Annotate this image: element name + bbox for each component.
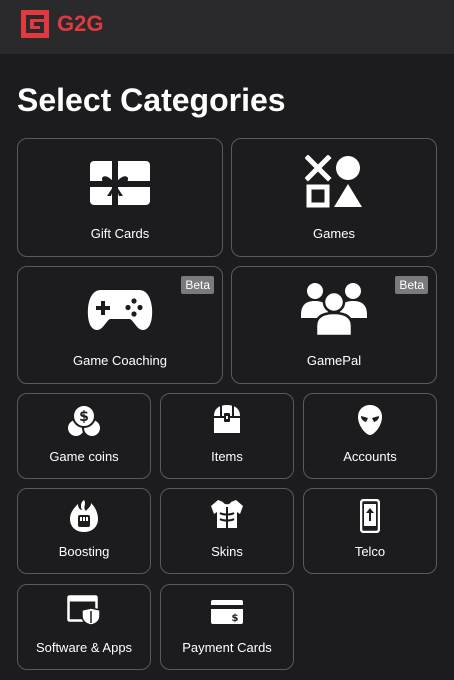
- category-label: Games: [313, 226, 355, 241]
- category-label: Skins: [211, 544, 243, 559]
- category-label: Game Coaching: [73, 353, 167, 368]
- coins-icon: $: [66, 404, 102, 438]
- category-label: Gift Cards: [90, 226, 150, 241]
- category-label: Telco: [354, 544, 386, 559]
- category-games[interactable]: Games: [231, 138, 437, 257]
- beta-badge: Beta: [395, 276, 428, 294]
- top-bar: G2G: [0, 0, 454, 54]
- mobile-topup-icon: [360, 499, 380, 533]
- category-software-apps[interactable]: Software & Apps: [17, 584, 151, 670]
- gamepad-icon: [87, 290, 153, 330]
- category-gift-cards[interactable]: Gift Cards: [17, 138, 223, 257]
- alien-head-icon: [358, 405, 382, 435]
- category-boosting[interactable]: Boosting: [17, 488, 151, 574]
- flame-fist-icon: [70, 500, 98, 532]
- category-label: Software & Apps: [35, 640, 133, 655]
- payment-card-icon: $: [211, 600, 243, 624]
- page-title: Select Categories: [17, 82, 286, 118]
- category-telco[interactable]: Telco: [303, 488, 437, 574]
- category-payment-cards[interactable]: $ Payment Cards: [160, 584, 294, 670]
- svg-text:$: $: [79, 409, 89, 425]
- group-users-icon: [301, 283, 367, 336]
- games-shapes-icon: [305, 155, 362, 208]
- category-items[interactable]: Items: [160, 393, 294, 479]
- category-label: Boosting: [58, 544, 110, 559]
- category-label: Game coins: [49, 449, 119, 464]
- category-accounts[interactable]: Accounts: [303, 393, 437, 479]
- svg-text:$: $: [232, 613, 239, 624]
- beta-badge: Beta: [181, 276, 214, 294]
- category-skins[interactable]: Skins: [160, 488, 294, 574]
- category-label: Items: [211, 449, 243, 464]
- category-label: Payment Cards: [182, 640, 272, 655]
- armor-icon: [211, 500, 243, 528]
- category-label: Accounts: [343, 449, 397, 464]
- treasure-chest-icon: [214, 405, 240, 433]
- category-game-coins[interactable]: $ Game coins: [17, 393, 151, 479]
- category-game-coaching[interactable]: Beta Game Coaching: [17, 266, 223, 384]
- software-window-shield-icon: [67, 595, 101, 625]
- g2g-logo[interactable]: G2G: [20, 9, 103, 39]
- g2g-logo-icon: [21, 10, 49, 38]
- gift-card-icon: [90, 161, 150, 205]
- category-gamepal[interactable]: Beta GamePal: [231, 266, 437, 384]
- logo-text: G2G: [57, 11, 104, 36]
- category-label: GamePal: [306, 353, 362, 368]
